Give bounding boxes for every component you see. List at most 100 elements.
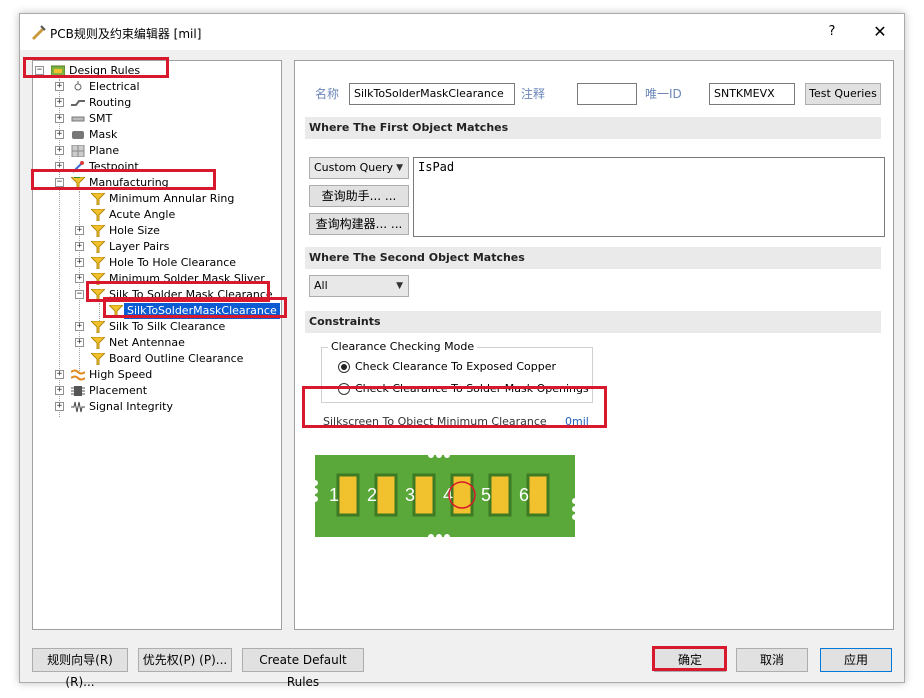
expand-icon[interactable]: +	[55, 370, 64, 379]
rules-tree: − Design Rules + Electrical + Routing + …	[32, 60, 282, 630]
second-query-type-dropdown[interactable]: All ▼	[309, 275, 409, 297]
pad-number-5: 5	[481, 485, 491, 505]
expand-icon[interactable]: +	[55, 114, 64, 123]
constraints-header: Constraints	[305, 311, 881, 333]
signal-integrity-icon	[71, 401, 85, 413]
expand-icon[interactable]: +	[55, 98, 64, 107]
query-helper-button[interactable]: 查询助手... ...	[309, 185, 409, 207]
expand-icon[interactable]: +	[55, 386, 64, 395]
tree-item-acute-angle[interactable]: Acute Angle	[33, 207, 273, 223]
query-builder-button[interactable]: 查询构建器... ...	[309, 213, 409, 235]
rule-filter-icon	[91, 273, 105, 285]
rule-filter-icon	[91, 337, 105, 349]
help-button[interactable]: ?	[822, 22, 842, 42]
unique-id-input[interactable]: SNTKMEVX	[709, 83, 795, 105]
pad-number-6: 6	[519, 485, 529, 505]
tree-item-hole-size[interactable]: + Hole Size	[33, 223, 273, 239]
pcb-editor-icon	[32, 25, 46, 40]
close-button[interactable]: ✕	[870, 22, 890, 42]
radio-unchecked-icon[interactable]	[338, 383, 350, 395]
tree-item-board-outline-clearance[interactable]: Board Outline Clearance	[33, 351, 273, 367]
pad-6	[526, 473, 550, 517]
full-query-textarea[interactable]: IsPad	[413, 157, 885, 237]
smt-icon	[71, 116, 85, 122]
tree-item-smt[interactable]: + SMT	[33, 111, 273, 127]
expand-icon[interactable]: +	[55, 162, 64, 171]
expand-icon[interactable]: +	[55, 402, 64, 411]
rule-wizard-button[interactable]: 规则向导(R) (R)...	[32, 648, 128, 689]
rule-name-input[interactable]: SilkToSolderMaskClearance	[349, 83, 515, 105]
plane-icon	[71, 145, 85, 157]
design-rules-icon	[51, 65, 65, 77]
create-default-rules-button[interactable]: Create Default Rules	[242, 648, 364, 689]
expand-icon[interactable]: +	[55, 82, 64, 91]
pad-4	[450, 473, 474, 517]
test-queries-button[interactable]: Test Queries	[805, 83, 881, 105]
radio-checked-icon[interactable]	[338, 361, 350, 373]
rule-properties-panel: 名称 SilkToSolderMaskClearance 注释 唯一ID SNT…	[294, 60, 894, 630]
clearance-mode-group: Clearance Checking Mode Check Clearance …	[321, 340, 593, 403]
tree-item-plane[interactable]: + Plane	[33, 143, 273, 159]
expand-icon[interactable]: +	[75, 338, 84, 347]
tree-item-silk-to-solder-mask-clearance[interactable]: − Silk To Solder Mask Clearance	[33, 287, 273, 303]
window-title: PCB规则及约束编辑器 [mil]	[50, 27, 202, 41]
tree-item-electrical[interactable]: + Electrical	[33, 79, 273, 95]
pad-1	[336, 473, 360, 517]
tree-item-minimum-annular-ring[interactable]: Minimum Annular Ring	[33, 191, 273, 207]
first-object-header: Where The First Object Matches	[305, 117, 881, 139]
rule-filter-icon	[109, 305, 123, 317]
name-label: 名称	[315, 87, 340, 101]
first-query-type-dropdown[interactable]: Custom Query ▼	[309, 157, 409, 179]
rule-filter-icon	[91, 353, 105, 365]
min-clearance-label: Silkscreen To Object Minimum Clearance	[323, 415, 547, 428]
expand-icon[interactable]: +	[55, 130, 64, 139]
rule-comment-input[interactable]	[577, 83, 637, 105]
collapse-icon[interactable]: −	[75, 290, 84, 299]
tree-item-silk-to-silk-clearance[interactable]: + Silk To Silk Clearance	[33, 319, 273, 335]
rule-filter-icon	[91, 209, 105, 221]
rule-filter-icon	[91, 241, 105, 253]
rule-filter-icon	[91, 321, 105, 333]
rule-filter-icon	[91, 225, 105, 237]
tree-item-minimum-solder-mask-sliver[interactable]: + Minimum Solder Mask Sliver	[33, 271, 273, 287]
pad-number-3: 3	[405, 485, 415, 505]
priorities-button[interactable]: 优先权(P) (P)...	[138, 648, 232, 672]
chevron-down-icon: ▼	[396, 281, 403, 291]
comment-label: 注释	[521, 87, 546, 101]
rule-filter-icon	[91, 289, 105, 301]
tree-item-manufacturing[interactable]: − Manufacturing	[33, 175, 273, 191]
expand-icon[interactable]: +	[75, 322, 84, 331]
rule-filter-icon	[71, 177, 85, 189]
cancel-button[interactable]: 取消	[736, 648, 808, 672]
expand-icon[interactable]: +	[75, 226, 84, 235]
expand-icon[interactable]: +	[55, 146, 64, 155]
tree-item-placement[interactable]: + Placement	[33, 383, 273, 399]
tree-item-testpoint[interactable]: + Testpoint	[33, 159, 273, 175]
expand-icon[interactable]: +	[75, 274, 84, 283]
chevron-down-icon: ▼	[396, 163, 403, 173]
rule-editor-dialog: PCB规则及约束编辑器 [mil] ? ✕ − Design Rules + E…	[19, 13, 905, 689]
min-clearance-value[interactable]: 0mil	[565, 415, 589, 428]
placement-icon	[71, 386, 85, 396]
tree-item-silktosoldermaskclearance-rule[interactable]: SilkToSolderMaskClearance	[33, 303, 280, 319]
apply-button[interactable]: 应用	[820, 648, 892, 672]
unique-id-label: 唯一ID	[645, 87, 682, 101]
tree-item-mask[interactable]: + Mask	[33, 127, 273, 143]
tree-item-hole-to-hole-clearance[interactable]: + Hole To Hole Clearance	[33, 255, 273, 271]
pad-5	[488, 473, 512, 517]
clearance-illustration: 123456	[315, 455, 575, 537]
collapse-icon[interactable]: −	[35, 66, 44, 75]
tree-item-layer-pairs[interactable]: + Layer Pairs	[33, 239, 273, 255]
tree-item-routing[interactable]: + Routing	[33, 95, 273, 111]
pad-3	[412, 473, 436, 517]
ok-button[interactable]: 确定	[654, 648, 726, 672]
pad-2	[374, 473, 398, 517]
tree-item-signal-integrity[interactable]: + Signal Integrity	[33, 399, 273, 415]
collapse-icon[interactable]: −	[55, 178, 64, 187]
tree-root-design-rules[interactable]: − Design Rules	[33, 63, 273, 79]
expand-icon[interactable]: +	[75, 258, 84, 267]
expand-icon[interactable]: +	[75, 242, 84, 251]
clearance-mode-title: Clearance Checking Mode	[328, 340, 478, 353]
tree-item-high-speed[interactable]: + High Speed	[33, 367, 273, 383]
tree-item-net-antennae[interactable]: + Net Antennae	[33, 335, 273, 351]
